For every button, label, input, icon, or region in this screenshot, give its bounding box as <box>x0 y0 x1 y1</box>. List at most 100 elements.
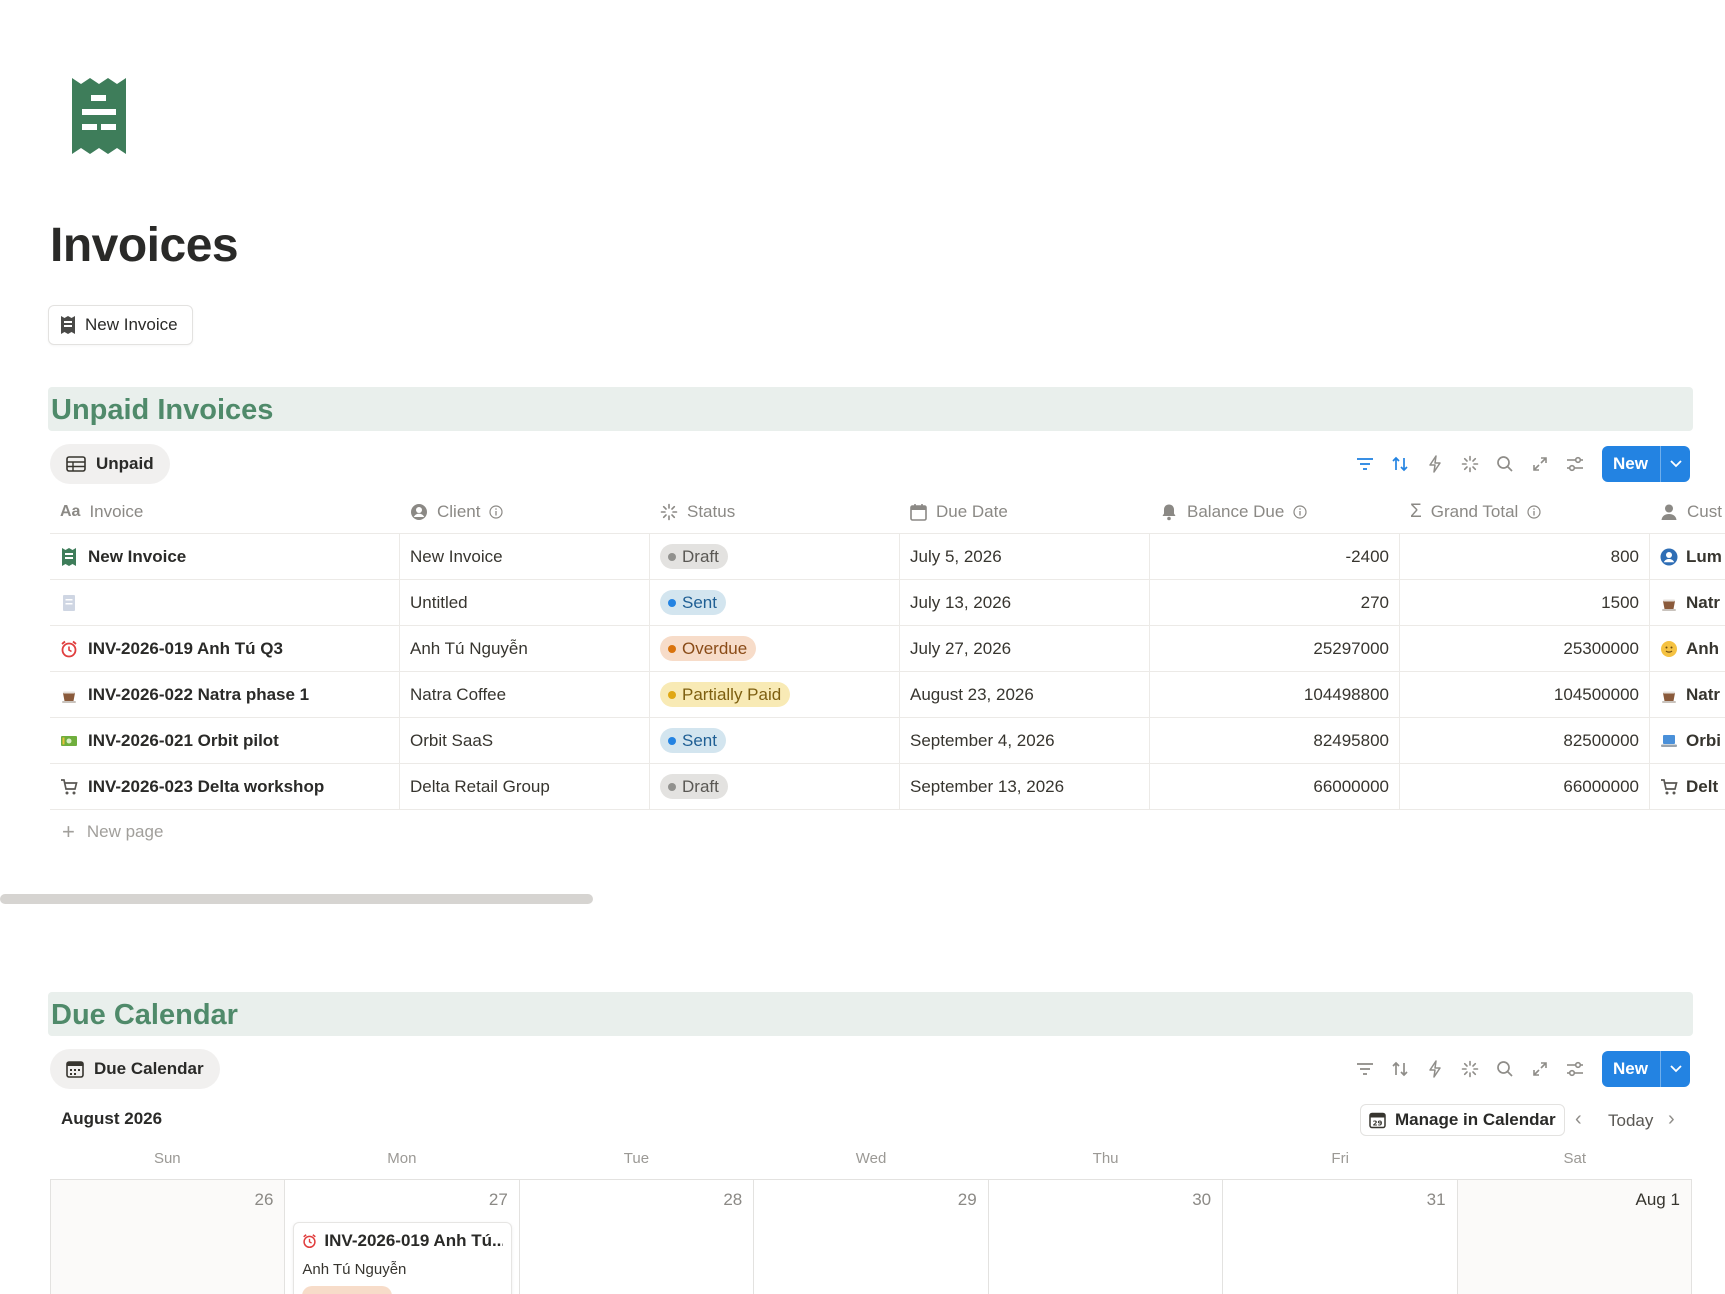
tab-unpaid[interactable]: Unpaid <box>50 444 170 484</box>
column-customer[interactable]: Cust <box>1650 490 1725 533</box>
column-client-label: Client <box>437 501 481 521</box>
due-date-cell[interactable]: July 13, 2026 <box>900 580 1150 625</box>
client-cell[interactable]: Untitled <box>400 580 650 625</box>
grand-total-value: 104500000 <box>1553 684 1639 704</box>
sort-icon[interactable] <box>1382 1052 1417 1087</box>
status-cell[interactable]: Sent <box>650 580 900 625</box>
horizontal-scrollbar[interactable] <box>0 894 593 904</box>
customer-cell[interactable]: Delt <box>1650 764 1725 809</box>
column-client[interactable]: Client <box>400 490 650 533</box>
table-row[interactable]: INV-2026-021 Orbit pilot Orbit SaaS Sent… <box>50 718 1725 764</box>
column-due-date[interactable]: Due Date <box>900 490 1150 533</box>
client-cell[interactable]: Natra Coffee <box>400 672 650 717</box>
status-label: Sent <box>682 730 717 750</box>
table-row[interactable]: INV-2026-019 Anh Tú Q3 Anh Tú Nguyễn Ove… <box>50 626 1725 672</box>
balance-due-cell[interactable]: 25297000 <box>1150 626 1400 671</box>
new-invoice-button[interactable]: New Invoice <box>48 305 193 345</box>
filter-icon[interactable] <box>1347 447 1382 482</box>
chevron-down-icon[interactable] <box>1660 446 1690 482</box>
sort-icon[interactable] <box>1382 447 1417 482</box>
table-row[interactable]: INV-2026-022 Natra phase 1 Natra Coffee … <box>50 672 1725 718</box>
column-status[interactable]: Status <box>650 490 900 533</box>
customer-cell[interactable]: Orbi <box>1650 718 1725 763</box>
client-cell[interactable]: New Invoice <box>400 534 650 579</box>
customer-cell[interactable]: Natr <box>1650 672 1725 717</box>
invoice-cell[interactable] <box>50 580 400 625</box>
settings-sliders-icon[interactable] <box>1557 1052 1592 1087</box>
invoice-cell[interactable]: INV-2026-021 Orbit pilot <box>50 718 400 763</box>
grand-total-cell[interactable]: 1500 <box>1400 580 1650 625</box>
client-cell[interactable]: Orbit SaaS <box>400 718 650 763</box>
column-invoice[interactable]: Aa Invoice <box>50 490 400 533</box>
chevron-left-icon[interactable]: ‹ <box>1575 1108 1582 1131</box>
due-date-cell[interactable]: September 13, 2026 <box>900 764 1150 809</box>
due-date-cell[interactable]: July 27, 2026 <box>900 626 1150 671</box>
customer-name: Natr <box>1686 592 1721 612</box>
manage-in-calendar-button[interactable]: 29 Manage in Calendar <box>1360 1104 1565 1136</box>
status-cell[interactable]: Overdue <box>650 626 900 671</box>
new-page-button[interactable]: + New page <box>62 821 163 843</box>
customer-cell[interactable]: Lum <box>1650 534 1725 579</box>
status-cell[interactable]: Partially Paid <box>650 672 900 717</box>
grand-total-cell[interactable]: 104500000 <box>1400 672 1650 717</box>
grand-total-cell[interactable]: 66000000 <box>1400 764 1650 809</box>
calendar-icon <box>910 503 927 521</box>
status-cell[interactable]: Draft <box>650 764 900 809</box>
filter-icon[interactable] <box>1347 1052 1382 1087</box>
grand-total-cell[interactable]: 800 <box>1400 534 1650 579</box>
due-date-cell[interactable]: August 23, 2026 <box>900 672 1150 717</box>
expand-icon[interactable] <box>1522 447 1557 482</box>
search-icon[interactable] <box>1487 447 1522 482</box>
settings-sliders-icon[interactable] <box>1557 447 1592 482</box>
new-button-label: New <box>1613 1059 1648 1078</box>
weekday-label: Wed <box>855 1150 887 1167</box>
column-grand-total[interactable]: Σ Grand Total <box>1400 490 1650 533</box>
calendar-day[interactable]: 29 <box>754 1180 989 1294</box>
balance-due-cell[interactable]: -2400 <box>1150 534 1400 579</box>
calendar-day[interactable]: 31 <box>1223 1180 1458 1294</box>
today-button[interactable]: Today <box>1608 1111 1653 1131</box>
due-date-cell[interactable]: July 5, 2026 <box>900 534 1150 579</box>
balance-due-cell[interactable]: 82495800 <box>1150 718 1400 763</box>
table-row[interactable]: New Invoice New Invoice Draft July 5, 20… <box>50 534 1725 580</box>
invoice-cell[interactable]: INV-2026-019 Anh Tú Q3 <box>50 626 400 671</box>
calendar-day[interactable]: 30 <box>989 1180 1224 1294</box>
balance-due-cell[interactable]: 270 <box>1150 580 1400 625</box>
column-balance-due[interactable]: Balance Due <box>1150 490 1400 533</box>
customer-cell[interactable]: Natr <box>1650 580 1725 625</box>
invoice-cell[interactable]: New Invoice <box>50 534 400 579</box>
sparkle-loading-icon[interactable] <box>1452 1052 1487 1087</box>
coffee-icon <box>1660 686 1678 704</box>
calendar-event-card[interactable]: INV-2026-019 Anh Tú... Anh Tú Nguyễn <box>293 1222 513 1294</box>
calendar-day[interactable]: 28 <box>520 1180 755 1294</box>
grand-total-cell[interactable]: 82500000 <box>1400 718 1650 763</box>
calendar-day[interactable]: Aug 1 <box>1457 1180 1692 1294</box>
column-balance-due-label: Balance Due <box>1187 501 1285 521</box>
client-cell[interactable]: Delta Retail Group <box>400 764 650 809</box>
grand-total-cell[interactable]: 25300000 <box>1400 626 1650 671</box>
customer-cell[interactable]: Anh <box>1650 626 1725 671</box>
calendar-day[interactable]: 27 INV-2026-019 Anh Tú... Anh Tú Nguyễn <box>285 1180 520 1294</box>
weekday-label: Sat <box>1563 1150 1587 1167</box>
balance-due-cell[interactable]: 104498800 <box>1150 672 1400 717</box>
automation-bolt-icon[interactable] <box>1417 447 1452 482</box>
calendar-day[interactable]: 26 <box>51 1180 286 1294</box>
automation-bolt-icon[interactable] <box>1417 1052 1452 1087</box>
table-row[interactable]: INV-2026-023 Delta workshop Delta Retail… <box>50 764 1725 810</box>
expand-icon[interactable] <box>1522 1052 1557 1087</box>
status-cell[interactable]: Sent <box>650 718 900 763</box>
client-cell[interactable]: Anh Tú Nguyễn <box>400 626 650 671</box>
due-date-cell[interactable]: September 4, 2026 <box>900 718 1150 763</box>
tab-due-calendar[interactable]: Due Calendar <box>50 1049 220 1089</box>
invoice-cell[interactable]: INV-2026-022 Natra phase 1 <box>50 672 400 717</box>
invoice-cell[interactable]: INV-2026-023 Delta workshop <box>50 764 400 809</box>
new-calendar-item-button[interactable]: New <box>1602 1051 1690 1087</box>
chevron-down-icon[interactable] <box>1660 1051 1690 1087</box>
balance-due-cell[interactable]: 66000000 <box>1150 764 1400 809</box>
chevron-right-icon[interactable]: › <box>1668 1108 1675 1131</box>
search-icon[interactable] <box>1487 1052 1522 1087</box>
sparkle-loading-icon[interactable] <box>1452 447 1487 482</box>
status-cell[interactable]: Draft <box>650 534 900 579</box>
table-row[interactable]: Untitled Sent July 13, 2026 270 1500 Nat… <box>50 580 1725 626</box>
new-row-button[interactable]: New <box>1602 446 1690 482</box>
